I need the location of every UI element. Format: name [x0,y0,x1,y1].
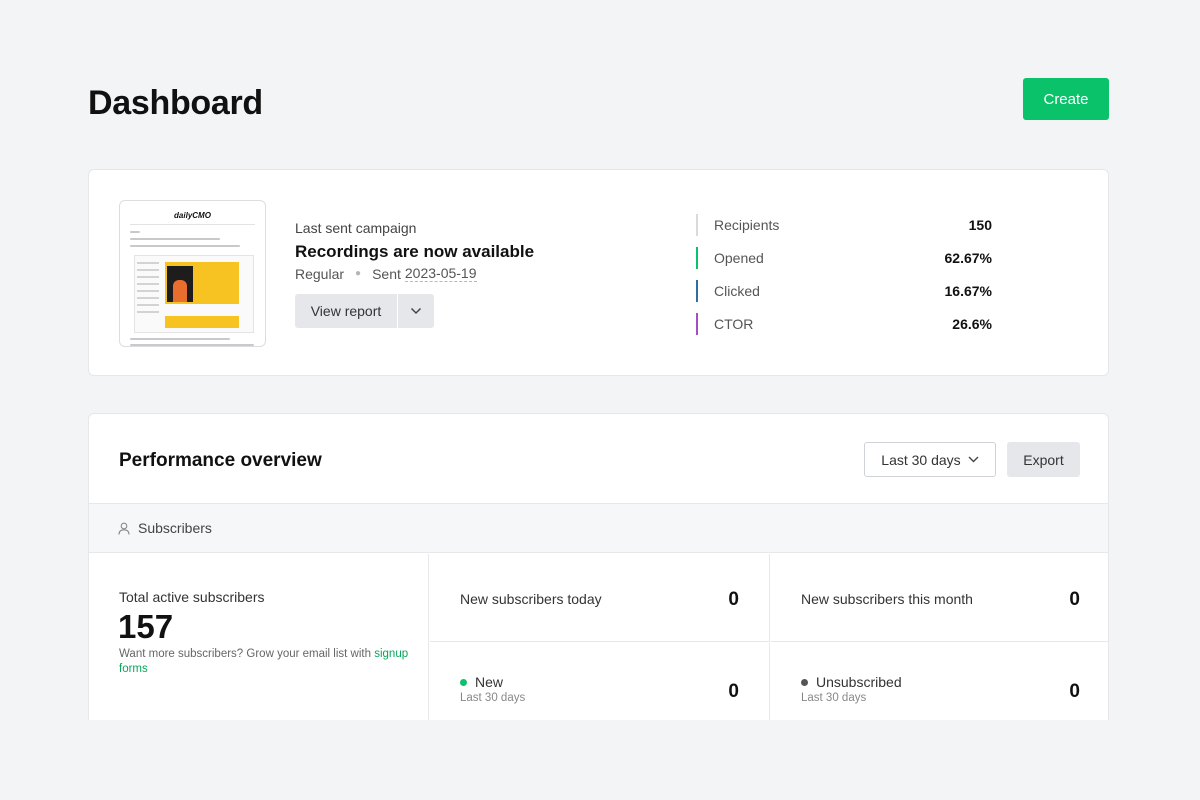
unsubscribed-label: Unsubscribed [816,674,902,690]
sent-prefix: Sent [372,265,401,282]
unsubscribed-period-label: Last 30 days [801,692,867,704]
last-sent-label: Last sent campaign [295,220,417,236]
stat-label: Recipients [714,217,780,233]
stat-clicked: Clicked 16.67% [696,280,992,302]
view-report-button-group: View report [295,294,434,328]
thumbnail-divider [130,224,255,225]
stat-label: Clicked [714,283,760,299]
new-status-dot [460,678,467,686]
unsubscribed-cell: Unsubscribed Last 30 days 0 [771,643,1108,720]
new-last-30-days-cell: New Last 30 days 0 [430,643,770,720]
report-options-toggle[interactable] [398,294,434,328]
performance-title: Performance overview [119,450,322,471]
campaign-type: Regular [295,265,345,282]
thumbnail-banner [165,316,239,328]
grow-list-text: Want more subscribers? Grow your email l… [119,647,409,677]
subscribers-section-label: Subscribers [138,520,212,536]
user-icon [118,522,130,535]
last-campaign-card: dailyCMO Last sent campaign Recordings a… [88,169,1109,376]
new-subscribers-month-cell: New subscribers this month 0 [771,554,1108,642]
stat-value: 16.67% [944,283,992,299]
performance-overview-card: Performance overview Last 30 days Export… [88,413,1109,720]
thumbnail-person-image [167,266,193,302]
total-subscribers-value: 157 [118,608,174,645]
export-button[interactable]: Export [1007,442,1080,477]
thumbnail-text-line [130,245,240,247]
total-subscribers-panel: Total active subscribers 157 Want more s… [89,554,429,720]
date-range-dropdown[interactable]: Last 30 days [864,442,996,477]
thumbnail-text-line [130,338,230,340]
new-label-row: New [460,674,503,690]
view-report-button[interactable]: View report [295,294,397,328]
thumbnail-text-line [130,231,140,233]
stat-recipients: Recipients 150 [696,214,992,236]
new-month-label: New subscribers this month [801,591,973,607]
stat-ctor: CTOR 26.6% [696,313,992,335]
unsubscribed-value: 0 [1069,681,1080,702]
thumbnail-hero-image [165,262,239,304]
campaign-meta: Regular ● Sent 2023-05-19 [295,265,477,282]
grow-list-message: Want more subscribers? Grow your email l… [119,648,372,660]
page-title: Dashboard [88,84,263,122]
new-period-label: Last 30 days [460,692,526,704]
create-button[interactable]: Create [1023,78,1109,120]
separator-dot: ● [355,268,362,279]
campaign-thumbnail[interactable]: dailyCMO [119,200,266,347]
new-value: 0 [728,681,739,702]
unsubscribed-label-row: Unsubscribed [801,674,902,690]
thumbnail-logo: dailyCMO [174,211,211,220]
thumbnail-text-line [130,344,254,346]
thumbnail-text-line [130,238,220,240]
sent-date[interactable]: 2023-05-19 [404,265,477,282]
unsubscribed-status-dot [801,678,808,686]
subscribers-section-header: Subscribers [89,503,1108,553]
new-month-value: 0 [1069,589,1080,610]
stat-label: CTOR [714,316,754,332]
campaign-name: Recordings are now available [295,242,535,261]
new-label: New [475,674,504,690]
chevron-down-icon [968,456,979,463]
stat-value: 150 [968,217,992,233]
stat-value: 26.6% [952,316,992,332]
new-today-value: 0 [728,589,739,610]
campaign-stats: Recipients 150 Opened 62.67% Clicked 16.… [696,214,992,346]
stat-opened: Opened 62.67% [696,247,992,269]
stat-label: Opened [714,250,764,266]
stat-value: 62.67% [944,250,992,266]
thumbnail-sidebar [137,262,163,318]
new-subscribers-today-cell: New subscribers today 0 [430,554,770,642]
date-range-value: Last 30 days [881,451,961,468]
new-today-label: New subscribers today [460,591,602,607]
chevron-down-icon [410,307,422,315]
total-subscribers-label: Total active subscribers [119,589,265,605]
thumbnail-email-preview [134,255,254,333]
